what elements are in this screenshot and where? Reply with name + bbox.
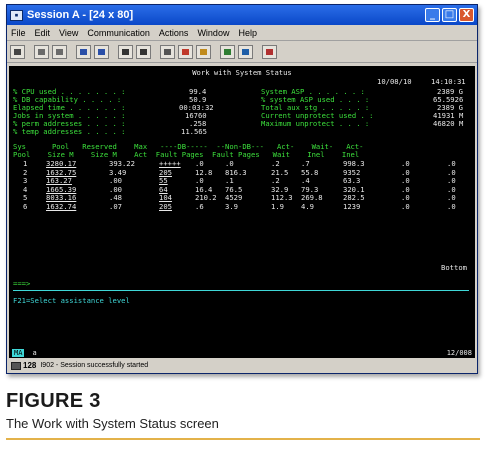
minimize-button[interactable]: _	[425, 8, 440, 22]
status-bar: 128 I902 - Session successfully started	[9, 359, 475, 372]
play-icon[interactable]	[220, 44, 235, 59]
function-keys: F21=Select assistance level	[13, 296, 130, 305]
stat-label-temp-addresses: % temp addresses . . . . :	[13, 127, 126, 136]
toolbar	[7, 41, 477, 63]
screen-date: 10/08/10	[377, 77, 412, 86]
pool-act-wait: 1239	[343, 202, 361, 211]
pool-db-pages: 3.9	[225, 202, 238, 211]
pool-size[interactable]: 1632.74	[46, 202, 76, 211]
display-icon[interactable]	[118, 44, 133, 59]
pool-db-fault: .6	[195, 202, 204, 211]
app-icon[interactable]: ▪	[10, 9, 23, 21]
title-bar[interactable]: ▪ Session A - [24 x 80] _ □ X	[7, 5, 477, 25]
cursor-position: 12/008	[446, 348, 472, 357]
pool-id: 6	[23, 202, 28, 211]
send-icon[interactable]	[76, 44, 91, 59]
help-icon[interactable]	[238, 44, 253, 59]
stat-value-temp-addresses: 11.565	[181, 127, 207, 136]
terminal-screen[interactable]: Work with System Status 10/08/10 14:10:3…	[9, 66, 475, 347]
command-underline	[13, 290, 469, 291]
pool-reserved: .07	[109, 202, 122, 211]
pool-act-inel: .0	[447, 202, 456, 211]
caption-divider	[6, 438, 480, 440]
figure-caption: The Work with System Status screen	[6, 416, 219, 431]
record-icon[interactable]	[196, 44, 211, 59]
ma-indicator: MA	[12, 348, 25, 357]
menu-help[interactable]: Help	[238, 28, 257, 38]
copy-icon[interactable]	[34, 44, 49, 59]
emulator-window: ▪ Session A - [24 x 80] _ □ X File Edit …	[6, 4, 478, 374]
maximize-button[interactable]: □	[442, 8, 457, 22]
stop-icon[interactable]	[262, 44, 277, 59]
stat-label-maximum-unprotect: Maximum unprotect . . . :	[261, 119, 370, 128]
close-button[interactable]: X	[459, 8, 474, 22]
pool-nondb-fault: 1.9	[271, 202, 284, 211]
print-icon[interactable]	[10, 44, 25, 59]
menu-actions[interactable]: Actions	[159, 28, 189, 38]
menu-file[interactable]: File	[11, 28, 26, 38]
pool-max-act[interactable]: 205	[159, 202, 172, 211]
oia-line: MA a 12/008	[9, 347, 475, 358]
session-indicator: a	[32, 348, 37, 357]
window-title: Session A - [24 x 80]	[27, 9, 134, 21]
status-message: I902 - Session successfully started	[40, 362, 149, 369]
menu-window[interactable]: Window	[197, 28, 229, 38]
bottom-indicator: Bottom	[441, 263, 467, 272]
menu-communication[interactable]: Communication	[87, 28, 150, 38]
stat-value-maximum-unprotect: 46820 M	[433, 119, 464, 128]
pool-wait-inel: .0	[401, 202, 410, 211]
connection-icon	[11, 361, 21, 370]
keyboard-icon[interactable]	[136, 44, 151, 59]
menu-edit[interactable]: Edit	[35, 28, 51, 38]
paste-icon[interactable]	[52, 44, 67, 59]
screen-time: 14:10:31	[431, 77, 466, 86]
menu-view[interactable]: View	[59, 28, 78, 38]
macro-icon[interactable]	[160, 44, 175, 59]
pool-nondb-pages: 4.9	[301, 202, 314, 211]
figure-label: FIGURE 3	[6, 390, 101, 412]
status-code: 128	[23, 361, 37, 370]
menu-bar: File Edit View Communication Actions Win…	[7, 25, 477, 41]
receive-icon[interactable]	[94, 44, 109, 59]
command-prompt: ===>	[13, 279, 31, 288]
color-icon[interactable]	[178, 44, 193, 59]
